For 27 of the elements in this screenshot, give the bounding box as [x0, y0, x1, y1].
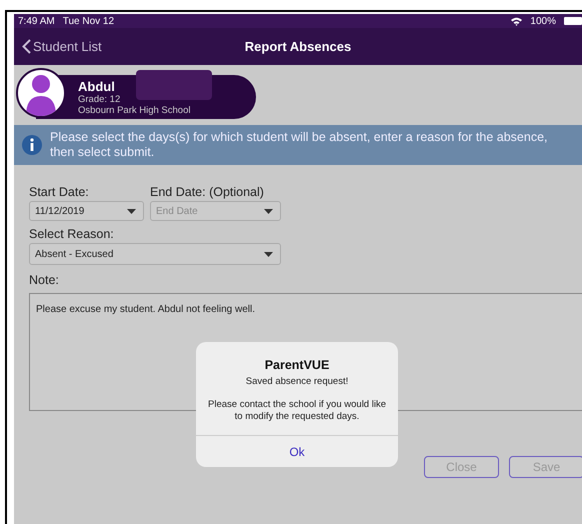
battery-icon	[564, 17, 582, 25]
status-time: 7:49 AM	[18, 16, 55, 26]
field-label: Start Date:	[29, 185, 90, 199]
caret-icon	[127, 208, 136, 214]
back-button[interactable]: Student List	[14, 39, 102, 54]
battery-percent: 100%	[530, 16, 556, 26]
person-avatar-icon	[16, 68, 66, 118]
caret-icon	[264, 252, 273, 256]
reason-dropdown[interactable]: Absent - Excused	[29, 243, 281, 265]
dialog-detail: Please contact the school if you would like to modify the requested days.	[207, 399, 387, 423]
info-message: Please select the days(s) for which student will be absent, enter a reason for the absence, then select submit.	[50, 130, 548, 160]
wifi-icon	[511, 16, 522, 26]
ok-button[interactable]: Ok	[196, 435, 398, 467]
field-label: Note:	[29, 273, 60, 287]
dialog-title: ParentVUE	[264, 358, 330, 372]
school-name: Osbourn Park High School	[78, 104, 190, 116]
chevron-left-icon	[22, 39, 31, 54]
student-grade: Grade: 12	[78, 94, 122, 104]
status-date: Tue Nov 12	[62, 16, 114, 26]
field-label: Select Reason:	[29, 227, 115, 241]
dialog-message: Saved absence request!	[246, 376, 348, 387]
info-icon	[22, 135, 42, 155]
student-name: Abdul	[78, 78, 116, 94]
start-date-dropdown[interactable]: 11/12/2019	[29, 201, 144, 221]
page-title: Report Absences	[244, 39, 352, 54]
field-label: End Date: (Optional)	[150, 185, 265, 199]
caret-icon	[264, 208, 273, 214]
